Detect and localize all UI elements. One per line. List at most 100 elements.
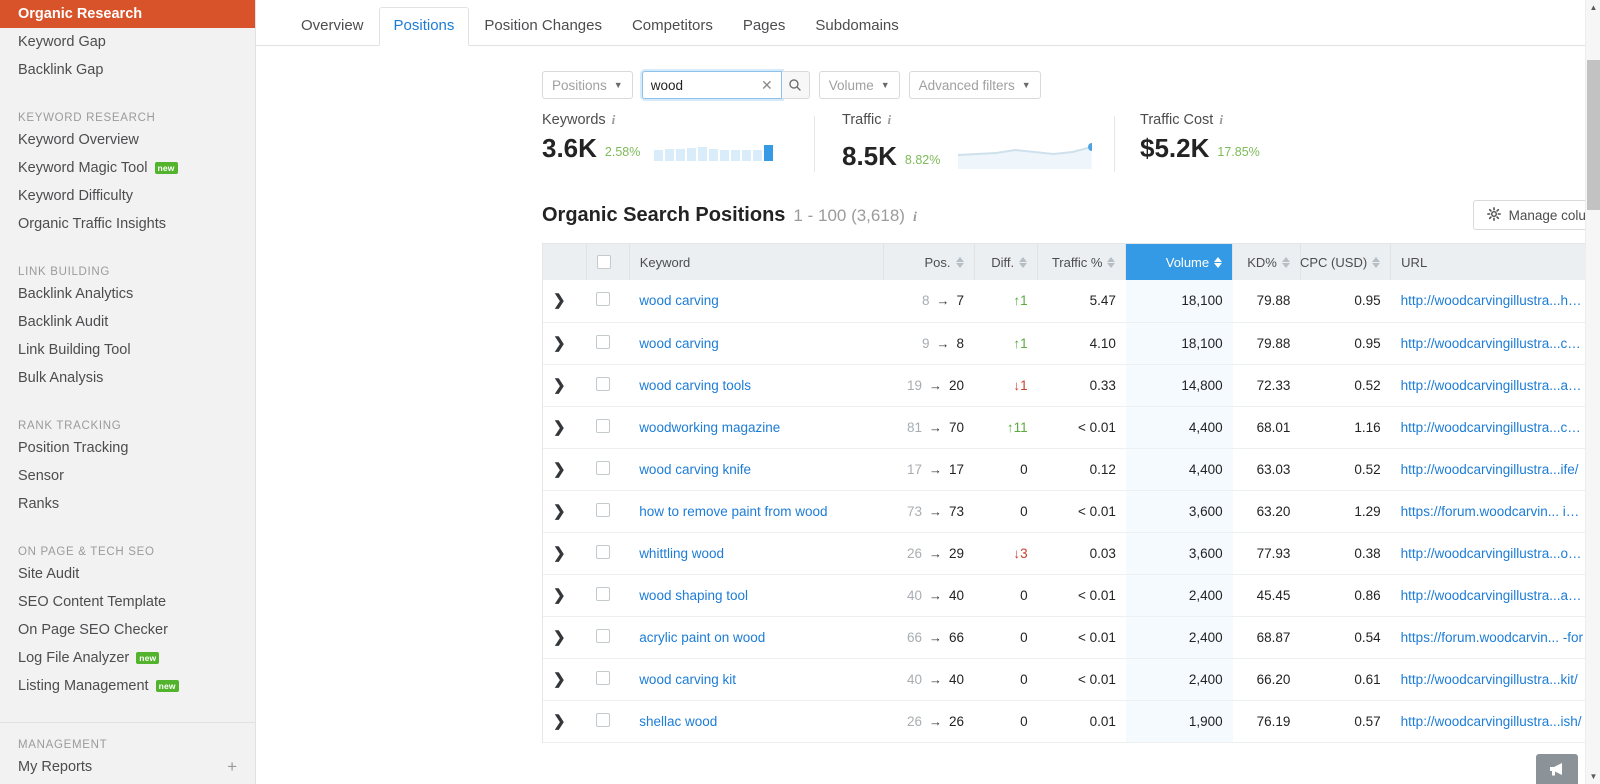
table-row[interactable]: ❯ wood shaping tool 40 → 40 0 < 0.01 2,400 45.45… bbox=[543, 574, 1600, 617]
sidebar-item-site-audit[interactable]: Site Audit bbox=[0, 560, 255, 588]
url-link[interactable]: http://woodcarvingillustra...hop/ bbox=[1401, 293, 1584, 308]
keyword-link[interactable]: wood carving knife bbox=[639, 462, 751, 477]
table-row[interactable]: ❯ wood carving 8 → 7 ↑1 5.47 18,100 79.88 0.95 htt… bbox=[543, 280, 1600, 323]
url-link[interactable]: http://woodcarvingillustra...ish/ bbox=[1401, 714, 1582, 729]
table-row[interactable]: ❯ whittling wood 26 → 29 ↓3 0.03 3,600 77.93 0.38… bbox=[543, 532, 1600, 575]
row-checkbox[interactable] bbox=[596, 460, 611, 475]
sort-icon[interactable] bbox=[1372, 256, 1381, 268]
info-icon[interactable]: i bbox=[887, 112, 891, 128]
url-link[interactable]: http://woodcarvingillustra...ade/ bbox=[1401, 378, 1584, 393]
table-row[interactable]: ❯ wood carving tools 19 → 20 ↓1 0.33 14,800 72.3… bbox=[543, 364, 1600, 407]
keyword-link[interactable]: shellac wood bbox=[639, 714, 717, 729]
vertical-scrollbar[interactable]: ▲ ▼ bbox=[1585, 0, 1600, 784]
search-input-box[interactable]: ✕ bbox=[641, 71, 782, 99]
scroll-down-arrow[interactable]: ▼ bbox=[1586, 769, 1600, 784]
search-input[interactable] bbox=[650, 77, 757, 93]
expand-row-icon[interactable]: ❯ bbox=[553, 587, 566, 604]
sidebar-item-sensor[interactable]: Sensor bbox=[0, 462, 255, 490]
table-row[interactable]: ❯ wood carving knife 17 → 17 0 0.12 4,400 63.03 0… bbox=[543, 448, 1600, 491]
sidebar-item-my-reports[interactable]: My Reports + bbox=[0, 753, 255, 781]
row-checkbox[interactable] bbox=[596, 376, 611, 391]
row-checkbox[interactable] bbox=[596, 712, 611, 727]
expand-row-icon[interactable]: ❯ bbox=[553, 335, 566, 352]
table-row[interactable]: ❯ shellac wood 26 → 26 0 0.01 1,900 76.19 0.57 htt… bbox=[543, 700, 1600, 743]
sidebar-item-backlink-analytics[interactable]: Backlink Analytics bbox=[0, 280, 255, 308]
scroll-up-arrow[interactable]: ▲ bbox=[1586, 0, 1600, 15]
url-link[interactable]: http://woodcarvingillustra...ade/ bbox=[1401, 588, 1584, 603]
url-link[interactable]: https://forum.woodcarvin... ings bbox=[1401, 504, 1584, 519]
url-link[interactable]: http://woodcarvingillustra...com/ bbox=[1401, 420, 1584, 435]
expand-row-icon[interactable]: ❯ bbox=[553, 545, 566, 562]
feedback-button[interactable] bbox=[1536, 754, 1578, 784]
positions-filter-dropdown[interactable]: Positions ▼ bbox=[542, 71, 633, 99]
advanced-filters-dropdown[interactable]: Advanced filters ▼ bbox=[908, 71, 1041, 99]
sidebar-item-on-page-seo-checker[interactable]: On Page SEO Checker bbox=[0, 616, 255, 644]
sort-icon[interactable] bbox=[1019, 256, 1028, 268]
url-link[interactable]: https://forum.woodcarvin... -for bbox=[1401, 630, 1583, 645]
keyword-link[interactable]: how to remove paint from wood bbox=[639, 504, 827, 519]
add-report-icon[interactable]: + bbox=[227, 758, 237, 775]
sidebar-item-organic-traffic-insights[interactable]: Organic Traffic Insights bbox=[0, 210, 255, 238]
row-checkbox[interactable] bbox=[596, 628, 611, 643]
expand-row-icon[interactable]: ❯ bbox=[553, 671, 566, 688]
table-row[interactable]: ❯ woodworking magazine 81 → 70 ↑11 < 0.01 4,400… bbox=[543, 406, 1600, 449]
column-header-diff[interactable]: Diff. bbox=[974, 244, 1039, 280]
url-link[interactable]: http://woodcarvingillustra...ood/ bbox=[1401, 546, 1584, 561]
expand-row-icon[interactable]: ❯ bbox=[553, 713, 566, 730]
info-icon[interactable]: i bbox=[1219, 112, 1223, 128]
row-checkbox[interactable] bbox=[596, 418, 611, 433]
sort-icon[interactable] bbox=[1214, 256, 1223, 268]
search-button[interactable] bbox=[781, 71, 810, 99]
sidebar-item-seo-content-template[interactable]: SEO Content Template bbox=[0, 588, 255, 616]
sidebar-item-listing-management[interactable]: Listing Management new bbox=[0, 672, 255, 700]
tab-pages[interactable]: Pages bbox=[728, 7, 801, 46]
clear-icon[interactable]: ✕ bbox=[761, 78, 773, 92]
expand-row-icon[interactable]: ❯ bbox=[553, 419, 566, 436]
expand-row-icon[interactable]: ❯ bbox=[553, 292, 566, 309]
table-row[interactable]: ❯ how to remove paint from wood 73 → 73 0 < 0.… bbox=[543, 490, 1600, 533]
sidebar-item-organic-research[interactable]: Organic Research bbox=[0, 0, 255, 28]
row-checkbox[interactable] bbox=[596, 502, 611, 517]
select-all-checkbox[interactable] bbox=[596, 255, 611, 269]
sort-icon[interactable] bbox=[1107, 256, 1116, 268]
tab-subdomains[interactable]: Subdomains bbox=[800, 7, 913, 46]
column-header-cpc[interactable]: CPC (USD) bbox=[1300, 244, 1392, 280]
tab-overview[interactable]: Overview bbox=[286, 7, 379, 46]
url-link[interactable]: http://woodcarvingillustra...kit/ bbox=[1401, 672, 1578, 687]
tab-competitors[interactable]: Competitors bbox=[617, 7, 728, 46]
url-link[interactable]: http://woodcarvingillustra...com/ bbox=[1401, 336, 1584, 351]
row-checkbox[interactable] bbox=[596, 586, 611, 601]
table-row[interactable]: ❯ wood carving kit 40 → 40 0 < 0.01 2,400 66.20 0… bbox=[543, 658, 1600, 701]
expand-row-icon[interactable]: ❯ bbox=[553, 503, 566, 520]
tab-position-changes[interactable]: Position Changes bbox=[469, 7, 617, 46]
keyword-link[interactable]: wood shaping tool bbox=[639, 588, 748, 603]
scrollbar-thumb[interactable] bbox=[1587, 60, 1600, 210]
column-header-pos[interactable]: Pos. bbox=[883, 244, 975, 280]
sidebar-item-keyword-gap[interactable]: Keyword Gap bbox=[0, 28, 255, 56]
sidebar-item-bulk-analysis[interactable]: Bulk Analysis bbox=[0, 364, 255, 392]
table-row[interactable]: ❯ wood carving 9 → 8 ↑1 4.10 18,100 79.88 0.95 htt… bbox=[543, 322, 1600, 365]
row-checkbox[interactable] bbox=[596, 292, 611, 307]
sort-icon[interactable] bbox=[1281, 256, 1290, 268]
column-header-volume[interactable]: Volume bbox=[1125, 244, 1234, 280]
keyword-link[interactable]: wood carving bbox=[639, 336, 719, 351]
sidebar-item-keyword-difficulty[interactable]: Keyword Difficulty bbox=[0, 182, 255, 210]
keyword-link[interactable]: woodworking magazine bbox=[639, 420, 780, 435]
table-row[interactable]: ❯ acrylic paint on wood 66 → 66 0 < 0.01 2,400 6… bbox=[543, 616, 1600, 659]
keyword-link[interactable]: wood carving bbox=[639, 293, 719, 308]
sidebar-item-log-file-analyzer[interactable]: Log File Analyzer new bbox=[0, 644, 255, 672]
keyword-link[interactable]: whittling wood bbox=[639, 546, 724, 561]
row-checkbox[interactable] bbox=[596, 670, 611, 685]
row-checkbox[interactable] bbox=[596, 544, 611, 559]
expand-row-icon[interactable]: ❯ bbox=[553, 377, 566, 394]
keyword-link[interactable]: acrylic paint on wood bbox=[639, 630, 765, 645]
url-link[interactable]: http://woodcarvingillustra...ife/ bbox=[1401, 462, 1579, 477]
keyword-link[interactable]: wood carving kit bbox=[639, 672, 736, 687]
sidebar-item-link-building-tool[interactable]: Link Building Tool bbox=[0, 336, 255, 364]
info-icon[interactable]: i bbox=[913, 210, 917, 226]
keyword-link[interactable]: wood carving tools bbox=[639, 378, 751, 393]
sidebar-item-ranks[interactable]: Ranks bbox=[0, 490, 255, 518]
manage-columns-button[interactable]: Manage columns 10/15 bbox=[1472, 200, 1600, 230]
sidebar-item-keyword-magic-tool[interactable]: Keyword Magic Tool new bbox=[0, 154, 255, 182]
row-checkbox[interactable] bbox=[596, 334, 611, 349]
